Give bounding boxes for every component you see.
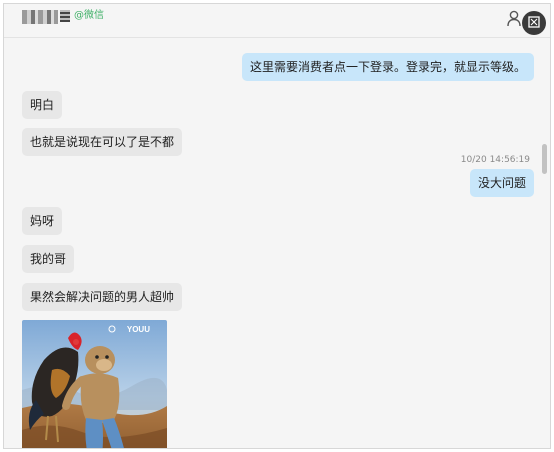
screenshot-icon bbox=[527, 14, 541, 33]
monkey-with-rooster-photo: YOUU bbox=[22, 320, 167, 448]
message-bubble-outgoing[interactable]: 这里需要消费者点一下登录。登录完，就显示等级。 bbox=[241, 53, 534, 81]
chat-window: @微信 这里需要消费者点一下登录。登录完，就显示等级。 明白 也就是说现在可以了… bbox=[3, 3, 551, 449]
message-list[interactable]: 这里需要消费者点一下登录。登录完，就显示等级。 明白 也就是说现在可以了是不都 … bbox=[4, 38, 550, 448]
screenshot-button[interactable] bbox=[522, 11, 546, 35]
image-watermark: YOUU bbox=[127, 325, 150, 334]
message-bubble-incoming[interactable]: 也就是说现在可以了是不都 bbox=[22, 128, 183, 156]
message-bubble-incoming[interactable]: 我的哥 bbox=[22, 245, 75, 273]
message-bubble-outgoing[interactable]: 没大问题 bbox=[469, 169, 534, 197]
contact-badge-redacted bbox=[60, 10, 70, 22]
message-bubble-incoming[interactable]: 妈呀 bbox=[22, 207, 63, 235]
person-icon[interactable] bbox=[506, 10, 522, 28]
message-bubble-incoming[interactable]: 明白 bbox=[22, 91, 63, 119]
contact-name-redacted bbox=[22, 10, 58, 24]
wechat-tag: @微信 bbox=[74, 10, 104, 21]
scrollbar-thumb[interactable] bbox=[542, 144, 547, 174]
message-timestamp: 10/20 14:56:19 bbox=[460, 155, 530, 165]
scrollbar[interactable] bbox=[540, 38, 548, 448]
message-bubble-incoming[interactable]: 果然会解决问题的男人超帅 bbox=[22, 283, 183, 311]
image-message[interactable]: YOUU bbox=[22, 320, 167, 448]
chat-header: @微信 bbox=[4, 4, 550, 38]
